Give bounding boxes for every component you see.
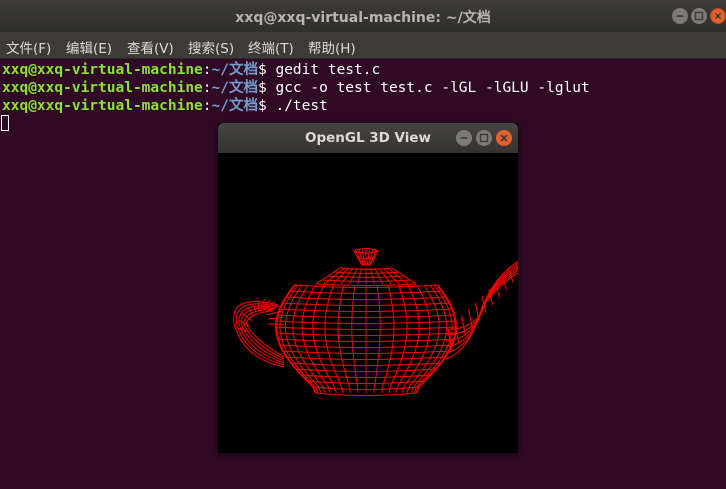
command-text: gcc -o test test.c -lGL -lGLU -lglut xyxy=(275,80,590,96)
menu-edit[interactable]: 编辑(E) xyxy=(66,37,112,57)
opengl-maximize-button[interactable] xyxy=(476,130,492,146)
prompt-user: xxq@xxq-virtual-machine xyxy=(2,80,203,96)
menu-file[interactable]: 文件(F) xyxy=(6,37,51,57)
prompt-path: ~/文档 xyxy=(211,80,258,96)
prompt-symbol: $ xyxy=(258,98,276,114)
menu-search[interactable]: 搜索(S) xyxy=(188,37,234,57)
prompt-user: xxq@xxq-virtual-machine xyxy=(2,98,203,114)
close-button[interactable] xyxy=(710,8,726,24)
text-cursor xyxy=(1,115,9,131)
prompt-symbol: $ xyxy=(258,80,276,96)
opengl-minimize-button[interactable] xyxy=(456,130,472,146)
opengl-titlebar[interactable]: OpenGL 3D View xyxy=(218,123,518,153)
menu-help[interactable]: 帮助(H) xyxy=(308,37,356,57)
maximize-icon xyxy=(694,11,704,21)
terminal-line: xxq@xxq-virtual-machine:~/文档$ ./test xyxy=(2,97,328,115)
window-title: xxq@xxq-virtual-machine: ~/文档 xyxy=(235,10,491,26)
terminal-titlebar[interactable]: xxq@xxq-virtual-machine: ~/文档 xyxy=(0,0,726,32)
command-text: ./test xyxy=(275,98,328,114)
terminal-line: xxq@xxq-virtual-machine:~/文档$ gedit test… xyxy=(2,61,380,79)
opengl-close-button[interactable] xyxy=(496,130,512,146)
prompt-path: ~/文档 xyxy=(211,98,258,114)
menu-bar: 文件(F) 编辑(E) 查看(V) 搜索(S) 终端(T) 帮助(H) xyxy=(0,32,726,59)
minimize-icon xyxy=(676,15,684,17)
prompt-user: xxq@xxq-virtual-machine xyxy=(2,62,203,78)
close-icon xyxy=(500,134,508,142)
opengl-window[interactable]: OpenGL 3D View xyxy=(218,123,518,453)
menu-view[interactable]: 查看(V) xyxy=(127,37,174,57)
teapot-wireframe xyxy=(233,248,518,396)
prompt-path: ~/文档 xyxy=(211,62,258,78)
maximize-button[interactable] xyxy=(691,8,707,24)
opengl-window-title: OpenGL 3D View xyxy=(304,130,432,146)
prompt-sep: : xyxy=(202,62,212,78)
terminal-line: xxq@xxq-virtual-machine:~/文档$ gcc -o tes… xyxy=(2,79,590,97)
command-text: gedit test.c xyxy=(275,62,381,78)
prompt-sep: : xyxy=(202,98,212,114)
minimize-button[interactable] xyxy=(672,8,688,24)
opengl-canvas[interactable] xyxy=(218,153,518,453)
menu-terminal[interactable]: 终端(T) xyxy=(248,37,294,57)
prompt-symbol: $ xyxy=(258,62,276,78)
maximize-icon xyxy=(479,133,489,143)
close-icon xyxy=(714,12,722,20)
minimize-icon xyxy=(460,137,468,139)
prompt-sep: : xyxy=(202,80,212,96)
